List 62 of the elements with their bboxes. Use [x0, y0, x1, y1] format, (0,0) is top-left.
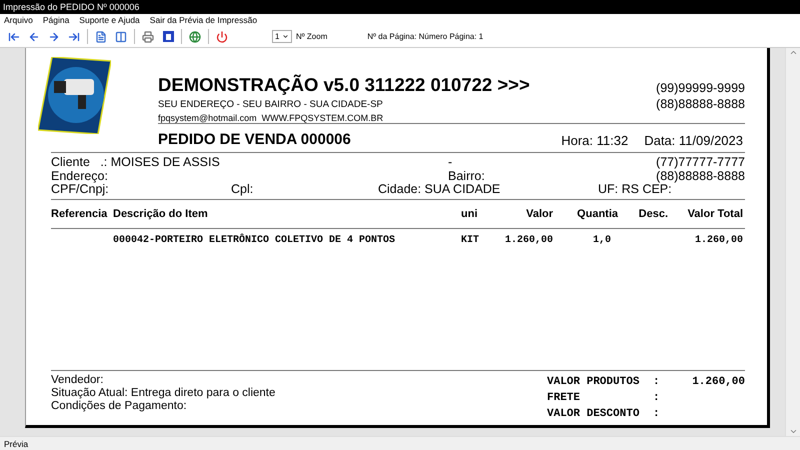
item-unit: KIT — [461, 235, 480, 246]
menu-item[interactable]: Arquivo — [4, 14, 33, 26]
column-header: Valor Total — [686, 208, 744, 220]
customer-name: Cliente .: MOISES DE ASSIS — [51, 156, 221, 170]
colon-text: : — [653, 374, 661, 390]
item-description: 000042-PORTEIRO ELETRÔNICO COLETIVO DE 4 PONTOS — [113, 235, 396, 246]
column-header: Quantia — [576, 208, 619, 220]
window-title: Impressão do PEDIDO Nº 000006 — [0, 0, 800, 14]
square-icon — [162, 31, 174, 42]
zoom-label: Nº Zoom — [296, 32, 328, 41]
first-page-icon — [8, 30, 20, 42]
column-header: Desc. — [638, 208, 669, 220]
scroll-down-icon[interactable] — [788, 427, 798, 436]
menu-item[interactable]: Página — [42, 14, 70, 26]
menu-item[interactable]: Sair da Prévia de Impressão — [150, 14, 258, 26]
city-text: Cidade: SUA CIDADE — [378, 183, 502, 196]
dash-text: - — [448, 156, 454, 170]
print-icon — [142, 30, 154, 42]
customer-phone: (77)77777-7777 — [656, 156, 745, 170]
item-quantity: 1,0 — [592, 235, 612, 246]
column-header: Valor — [525, 208, 554, 220]
company-title: DEMONSTRAÇÃO v5.0 311222 010722 >>> — [158, 74, 530, 96]
last-page-icon — [68, 30, 80, 42]
chevron-down-icon — [282, 33, 289, 40]
complement-label: Cpl: — [231, 183, 254, 196]
colon-text: : — [653, 390, 661, 406]
two-pages-icon — [115, 30, 127, 42]
tax-id-label: CPF/Cnpj: — [51, 183, 110, 196]
column-header: Referencia — [51, 208, 108, 220]
district-label: Bairro: — [448, 170, 486, 183]
total-label: VALOR PRODUTOS — [547, 374, 640, 390]
footer-text: Vendedor: — [51, 374, 104, 386]
address-label: Endereço: — [51, 170, 109, 183]
previous-page-icon — [28, 30, 40, 42]
footer-text: Situação Atual: Entrega direto para o cliente — [51, 386, 276, 400]
item-total: 1.260,00 — [694, 235, 744, 246]
footer-text: Condições de Pagamento: — [51, 400, 188, 412]
order-time: Hora: 11:32 — [561, 133, 628, 148]
company-contact: fpqsystem@hotmail.com WWW.FPQSYSTEM.COM.BR — [158, 113, 384, 123]
next-page-icon — [48, 30, 60, 42]
company-address: SEU ENDEREÇO - SEU BAIRRO - SUA CIDADE-SP — [158, 99, 384, 110]
globe-icon — [189, 30, 201, 42]
scroll-up-icon[interactable] — [788, 48, 798, 57]
status-bar: Prévia — [0, 436, 800, 450]
single-page-icon — [95, 30, 107, 42]
customer-phone: (88)88888-8888 — [656, 170, 745, 183]
close-icon — [216, 30, 228, 42]
menu-item[interactable]: Suporte e Ajuda — [79, 14, 140, 26]
phone-number: (88)88888-8888 — [656, 97, 745, 111]
total-label: VALOR DESCONTO — [547, 406, 640, 422]
column-header: Descrição do Item — [113, 208, 209, 220]
order-date: Data: 11/09/2023 — [644, 133, 743, 148]
state-text: UF: RS CEP: — [598, 183, 672, 196]
colon-text: : — [653, 406, 661, 422]
page-number-label: Nº da Página: Número Página: 1 — [367, 32, 484, 41]
column-header: uni — [461, 208, 478, 220]
zoom-select[interactable]: 1 — [272, 30, 292, 43]
phone-number: (99)99999-9999 — [656, 81, 745, 95]
total-label: FRETE — [547, 390, 582, 406]
item-price: 1.260,00 — [504, 235, 554, 246]
order-title: PEDIDO DE VENDA 000006 — [158, 131, 351, 148]
total-value: 1.260,00 — [691, 374, 745, 390]
